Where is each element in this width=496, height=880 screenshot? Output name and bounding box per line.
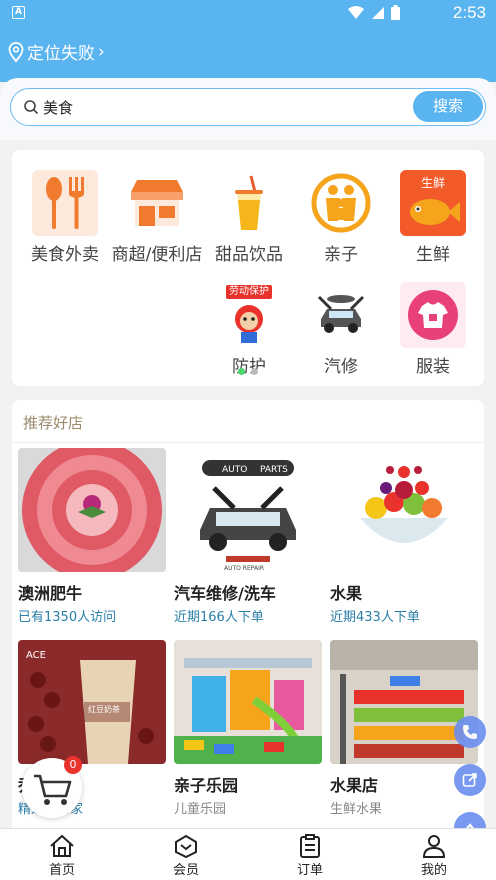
shop-image-fruit-store	[330, 640, 478, 764]
shop-card[interactable]: 水果 近期433人下单	[330, 448, 478, 625]
search-button[interactable]: 搜索	[413, 91, 483, 122]
fresh-badge: 生鲜	[420, 176, 445, 190]
location-selector[interactable]: 定位失败 ›	[8, 39, 105, 64]
mascot-icon: 劳动保护	[216, 282, 282, 348]
auto-text: AUTO	[222, 465, 247, 475]
phone-icon	[463, 725, 477, 739]
drink-icon	[216, 170, 282, 236]
status-icons	[347, 5, 400, 20]
nav-home[interactable]: 首页	[0, 829, 124, 880]
shop-name: 汽车维修/洗车	[174, 584, 276, 603]
shop-name: 亲子乐园	[174, 776, 239, 795]
bottom-nav: 首页 会员 订单 我的	[0, 828, 496, 880]
wifi-icon	[348, 5, 364, 19]
nav-member[interactable]: 会员	[124, 829, 248, 880]
search-bar: 搜索	[10, 88, 486, 126]
cart-button[interactable]: 0	[22, 756, 82, 818]
clock: 2:53	[452, 3, 486, 22]
protection-badge: 劳动保护	[226, 285, 272, 299]
category-store[interactable]: 商超/便利店	[110, 170, 204, 272]
shop-name: 澳洲肥牛	[18, 584, 83, 603]
signal-icon	[372, 6, 384, 19]
notification-icon: A	[12, 6, 25, 19]
chevron-right-icon: ›	[98, 41, 105, 62]
shop-image-milk-tea: ACE 红豆奶茶	[18, 640, 166, 764]
search-area: 搜索	[0, 78, 496, 140]
category-label: 甜品饮品	[215, 245, 283, 265]
fork-spoon-icon	[32, 170, 98, 236]
category-label: 美食外卖	[31, 245, 99, 265]
nav-label: 首页	[48, 863, 75, 878]
category-label: 商超/便利店	[111, 245, 203, 265]
user-icon	[422, 835, 446, 858]
category-fresh[interactable]: 生鲜 生鲜	[386, 170, 480, 272]
nav-orders[interactable]: 订单	[248, 829, 372, 880]
shop-subtitle: 近期433人下单	[330, 610, 420, 625]
car-repair-icon	[308, 282, 374, 348]
category-clothing[interactable]: 服装	[386, 282, 480, 384]
shop-name: 水果	[330, 584, 363, 603]
category-drinks[interactable]: 甜品饮品	[202, 170, 296, 272]
status-bar: A 2:53	[0, 0, 496, 26]
nav-label: 我的	[420, 863, 447, 878]
category-label: 防护	[232, 357, 266, 377]
shop-image-fruit	[330, 448, 478, 572]
shop-subtitle: 已有1350人访问	[18, 610, 117, 625]
parts-text: PARTS	[260, 465, 288, 475]
recommended-shops: 推荐好店 澳洲肥牛 已有1350人访问 AUTO PARTS AUTO REPAIR…	[12, 400, 484, 830]
location-text: 定位失败	[27, 44, 95, 64]
shop-image-auto-parts: AUTO PARTS AUTO REPAIR	[174, 448, 322, 572]
page-indicator	[238, 368, 258, 375]
store-icon	[124, 170, 190, 236]
cart-count-badge: 0	[64, 756, 82, 774]
page-dot	[251, 368, 258, 375]
tshirt-icon	[400, 282, 466, 348]
search-icon	[24, 100, 39, 115]
share-icon	[462, 773, 477, 787]
nav-mine[interactable]: 我的	[372, 829, 496, 880]
order-icon	[300, 834, 320, 858]
nav-label: 会员	[172, 863, 199, 878]
category-car-repair[interactable]: 汽修	[294, 282, 388, 384]
section-title: 推荐好店	[23, 414, 84, 432]
home-icon	[50, 834, 74, 857]
ace-text: ACE	[26, 650, 46, 661]
shop-subtitle: 近期166人下单	[174, 610, 264, 625]
nav-label: 订单	[296, 863, 323, 878]
phone-button[interactable]	[454, 716, 486, 748]
repair-text: AUTO REPAIR	[224, 565, 264, 572]
search-input[interactable]	[43, 95, 403, 119]
shop-image-playground	[174, 640, 322, 764]
member-icon	[175, 834, 197, 858]
shop-card[interactable]: 澳洲肥牛 已有1350人访问	[18, 448, 166, 625]
shop-subtitle: 生鲜水果	[330, 802, 383, 817]
shop-card[interactable]: AUTO PARTS AUTO REPAIR 汽车维修/洗车 近期166人下单	[174, 448, 322, 625]
category-label: 服装	[416, 357, 450, 377]
share-button[interactable]	[454, 764, 486, 796]
header: 定位失败 ›	[0, 26, 496, 82]
shop-subtitle: 儿童乐园	[174, 802, 227, 817]
divider	[12, 442, 484, 443]
battery-icon	[391, 5, 400, 20]
category-label: 生鲜	[416, 245, 450, 265]
category-label: 亲子	[324, 245, 358, 265]
shop-card[interactable]: 亲子乐园 儿童乐园	[174, 640, 322, 817]
category-food[interactable]: 美食外卖	[18, 170, 112, 272]
category-grid: 美食外卖 商超/便利店 甜品饮品 亲子 生鲜 生鲜 劳动保护 防护 汽修 服装	[12, 150, 484, 386]
category-family[interactable]: 亲子	[294, 170, 388, 272]
tea-text: 红豆奶茶	[88, 704, 120, 714]
family-icon	[308, 170, 374, 236]
category-label: 汽修	[324, 357, 358, 377]
location-pin-icon	[8, 41, 24, 62]
fish-icon: 生鲜	[400, 170, 466, 236]
shop-image-beef	[18, 448, 166, 572]
page-dot-active	[238, 368, 245, 375]
